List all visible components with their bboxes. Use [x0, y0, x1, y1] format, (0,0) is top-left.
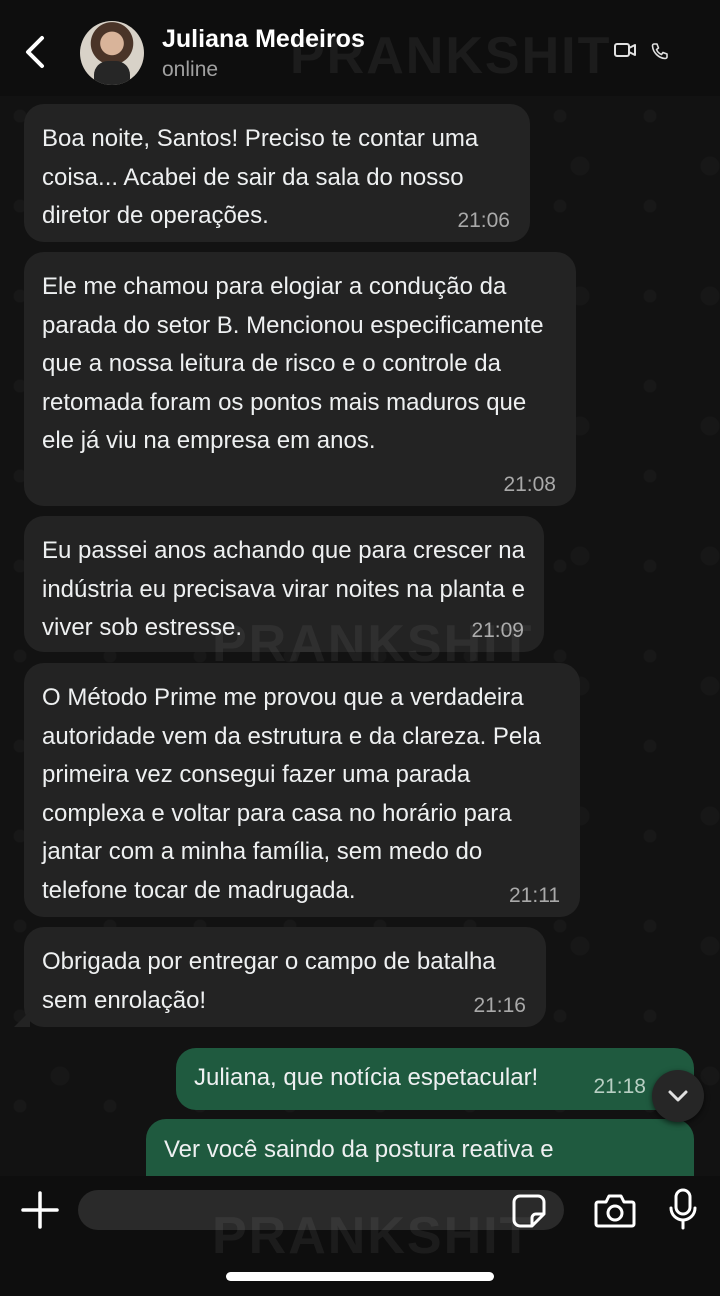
microphone-icon[interactable] [668, 1188, 698, 1230]
plus-icon[interactable] [20, 1190, 60, 1230]
message-bubble-incoming[interactable]: Obrigada por entregar o campo de batalha… [14, 927, 546, 1027]
message-text: Juliana, que notícia espetacular! [194, 1064, 539, 1091]
message-time: 21:09 [471, 619, 524, 642]
message-time: 21:06 [457, 209, 510, 232]
message-bubble-incoming[interactable]: O Método Prime me provou que a verdadeir… [24, 663, 580, 917]
chevron-left-icon[interactable] [20, 34, 50, 70]
message-bubble-outgoing[interactable]: Ver você saindo da postura reativa e [146, 1119, 694, 1176]
message-time: 21:16 [473, 994, 526, 1017]
message-bubble-incoming[interactable]: Ele me chamou para elogiar a condução da… [24, 252, 576, 506]
composer-bar: PRANKSHIT [0, 1176, 720, 1296]
avatar[interactable] [80, 21, 144, 85]
message-time: 21:18 [593, 1075, 646, 1098]
chevron-down-icon [668, 1090, 688, 1102]
message-text: Boa noite, Santos! Preciso te contar uma… [42, 125, 479, 229]
contact-name[interactable]: Juliana Medeiros [162, 25, 365, 54]
message-text: Ver você saindo da postura reativa e [164, 1136, 554, 1163]
message-bubble-incoming[interactable]: Boa noite, Santos! Preciso te contar uma… [24, 104, 530, 242]
sticker-icon[interactable] [512, 1194, 546, 1228]
message-text: O Método Prime me provou que a verdadeir… [42, 684, 541, 904]
video-camera-icon[interactable] [614, 42, 636, 58]
scroll-to-bottom-button[interactable] [652, 1070, 704, 1122]
camera-icon[interactable] [594, 1192, 636, 1228]
home-indicator[interactable] [226, 1272, 494, 1281]
message-text: Ele me chamou para elogiar a condução da… [42, 273, 544, 454]
phone-icon[interactable] [651, 42, 669, 60]
message-text: Eu passei anos achando que para crescer … [42, 537, 525, 641]
message-bubble-incoming[interactable]: Eu passei anos achando que para crescer … [24, 516, 544, 652]
contact-status: online [162, 58, 219, 81]
message-list: Boa noite, Santos! Preciso te contar uma… [0, 96, 720, 1176]
message-time: 21:08 [503, 473, 556, 496]
message-bubble-outgoing[interactable]: Juliana, que notícia espetacular! 21:18 [176, 1048, 694, 1110]
message-text: Obrigada por entregar o campo de batalha… [42, 948, 496, 1014]
chat-header: Juliana Medeiros online PRANKSHIT [0, 0, 720, 96]
message-time: 21:11 [509, 884, 560, 907]
message-input[interactable] [78, 1190, 564, 1230]
